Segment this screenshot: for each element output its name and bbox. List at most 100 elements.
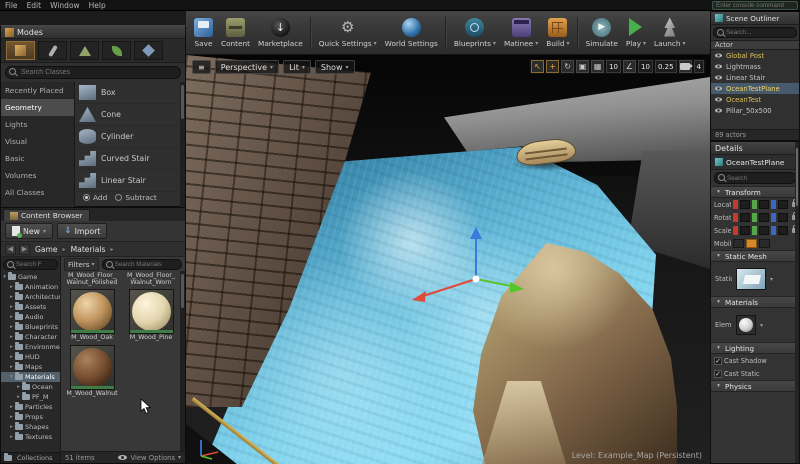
folder-row[interactable]: ▸ Shapes <box>1 422 60 432</box>
modes-search-input[interactable] <box>5 66 181 79</box>
folder-row[interactable]: ▾ Game <box>1 272 60 282</box>
breadcrumb-materials[interactable]: Materials <box>69 245 108 254</box>
menu-file[interactable]: File <box>5 1 18 10</box>
category-basic[interactable]: Basic <box>1 150 74 167</box>
category-recently-placed[interactable]: Recently Placed <box>1 82 74 99</box>
tab-geometry-mode[interactable] <box>134 41 163 60</box>
new-asset-button[interactable]: New ▾ <box>5 223 54 239</box>
folder-row[interactable]: ▸ Animation <box>1 282 60 292</box>
material-thumbnail[interactable] <box>736 315 756 335</box>
details-scrollbar[interactable] <box>795 142 799 463</box>
asset-tile-pine[interactable]: M_Wood_Pine <box>125 289 177 341</box>
category-all-classes[interactable]: All Classes <box>1 184 74 201</box>
section-transform[interactable]: ▾ Transform <box>711 186 799 198</box>
show-flags-button[interactable]: Show ▾ <box>314 60 355 74</box>
folder-row[interactable]: ▸Environments <box>1 342 60 352</box>
scale-z-field[interactable] <box>778 226 788 235</box>
matinee-button[interactable]: Matinee ▾ <box>500 16 542 50</box>
outliner-row[interactable]: OceanTest <box>711 94 799 105</box>
outliner-row-selected[interactable]: OceanTestPlane <box>711 83 799 94</box>
subtract-radio[interactable]: Subtract <box>115 193 157 202</box>
console-command-input[interactable] <box>712 1 798 10</box>
visibility-eye-icon[interactable] <box>714 53 723 59</box>
visibility-eye-icon[interactable] <box>714 75 723 81</box>
grid-snap-icon[interactable]: ▦ <box>591 60 605 73</box>
outliner-row[interactable]: Lightmass <box>711 61 799 72</box>
add-radio[interactable]: Add <box>83 193 107 202</box>
static-mesh-thumbnail[interactable] <box>736 268 766 290</box>
scale-y-field[interactable] <box>759 226 769 235</box>
view-options-button[interactable]: View Options ▾ <box>118 454 181 462</box>
asset-label[interactable]: M_Wood_Floor_Walnut_Worn <box>125 272 177 286</box>
transform-gizmo[interactable] <box>404 223 526 323</box>
world-settings-button[interactable]: World Settings <box>381 16 442 50</box>
folder-row[interactable]: ▸ Props <box>1 412 60 422</box>
location-z-field[interactable] <box>778 200 788 209</box>
lit-mode-button[interactable]: Lit ▾ <box>283 60 311 74</box>
folder-row[interactable]: ▸ Assets <box>1 302 60 312</box>
folder-row[interactable]: ▸ Blueprints <box>1 322 60 332</box>
forward-arrow-icon[interactable]: ▶ <box>19 243 30 255</box>
visibility-eye-icon[interactable] <box>714 86 723 92</box>
placeable-cylinder[interactable]: Cylinder <box>75 126 179 148</box>
location-x-field[interactable] <box>740 200 750 209</box>
marketplace-button[interactable]: ↓ Marketplace <box>254 16 307 50</box>
tab-foliage-mode[interactable] <box>102 41 131 60</box>
tab-paint-mode[interactable] <box>38 41 67 60</box>
folder-row[interactable]: ▸ Maps <box>1 362 60 372</box>
scale-x-field[interactable] <box>740 226 750 235</box>
category-geometry[interactable]: Geometry <box>1 99 74 116</box>
content-browser-tab[interactable]: Content Browser <box>3 209 90 221</box>
rotation-z-field[interactable] <box>778 213 788 222</box>
quick-settings-button[interactable]: ⚙ Quick Settings ▾ <box>315 16 381 50</box>
rotate-tool-icon[interactable]: ↻ <box>561 60 575 73</box>
scene-outliner-header[interactable]: Scene Outliner <box>711 12 799 25</box>
mobility-movable-button[interactable] <box>759 239 770 248</box>
grid-snap-value[interactable]: 10 <box>606 60 622 73</box>
visibility-eye-icon[interactable] <box>714 108 723 114</box>
blueprints-button[interactable]: Blueprints ▾ <box>450 16 500 50</box>
section-physics[interactable]: ▾ Physics <box>711 380 799 392</box>
menu-window[interactable]: Window <box>50 1 80 10</box>
outliner-row[interactable]: Pillar_50x500 <box>711 105 799 116</box>
camera-speed-icon[interactable] <box>678 60 694 73</box>
visibility-eye-icon[interactable] <box>714 64 723 70</box>
save-button[interactable]: Save <box>190 16 217 50</box>
asset-grid-scrollbar[interactable] <box>180 271 185 451</box>
content-button[interactable]: Content <box>217 16 254 50</box>
menu-help[interactable]: Help <box>89 1 106 10</box>
visibility-eye-icon[interactable] <box>714 97 723 103</box>
perspective-button[interactable]: Perspective ▾ <box>214 60 280 74</box>
category-lights[interactable]: Lights <box>1 116 74 133</box>
scale-tool-icon[interactable]: ▣ <box>576 60 590 73</box>
placeable-cone[interactable]: Cone <box>75 104 179 126</box>
scale-snap-value[interactable]: 0.25 <box>654 60 677 73</box>
section-static-mesh[interactable]: ▾ Static Mesh <box>711 250 799 262</box>
location-y-field[interactable] <box>759 200 769 209</box>
import-button[interactable]: ⇓ Import <box>57 223 108 239</box>
tab-place-mode[interactable] <box>6 41 35 60</box>
move-tool-icon[interactable]: + <box>546 60 560 73</box>
section-lighting[interactable]: ▾ Lighting <box>711 342 799 354</box>
mobility-static-button[interactable] <box>733 239 744 248</box>
checkbox-checked[interactable]: ✓ <box>714 369 722 378</box>
launch-button[interactable]: Launch ▾ <box>650 16 689 50</box>
tab-landscape-mode[interactable] <box>70 41 99 60</box>
folder-row[interactable]: ▸ HUD <box>1 352 60 362</box>
folder-row[interactable]: ▸ Ocean <box>1 382 60 392</box>
asset-tile-walnut[interactable]: M_Wood_Walnut <box>66 344 118 397</box>
folder-row[interactable]: ▸ Audio <box>1 312 60 322</box>
rotation-x-field[interactable] <box>740 213 750 222</box>
menu-edit[interactable]: Edit <box>27 1 42 10</box>
folder-row[interactable]: ▸ Textures <box>1 432 60 442</box>
select-tool-icon[interactable]: ↖ <box>531 60 545 73</box>
back-arrow-icon[interactable]: ◀ <box>5 243 16 255</box>
folder-row[interactable]: ▸Architecture <box>1 292 60 302</box>
breadcrumb-game[interactable]: Game <box>33 245 60 254</box>
filters-button[interactable]: Filters ▾ <box>64 257 99 271</box>
folder-row[interactable]: ▸ Character <box>1 332 60 342</box>
asset-tile-oak[interactable]: M_Wood_Oak <box>66 289 118 341</box>
folder-row[interactable]: ▸ PF_M <box>1 392 60 402</box>
selected-actor-row[interactable]: OceanTestPlane <box>711 155 799 170</box>
placeable-curved-stair[interactable]: Curved Stair <box>75 148 179 170</box>
